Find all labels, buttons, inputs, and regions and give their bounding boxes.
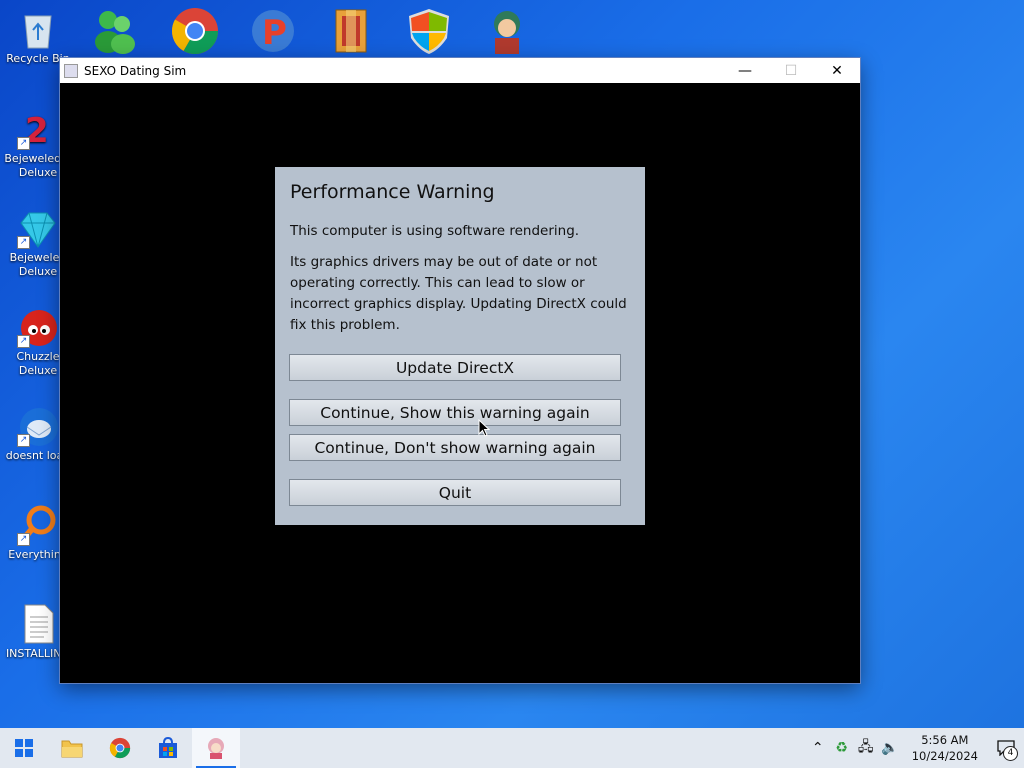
window-titlebar[interactable]: SEXO Dating Sim — ☐ ✕ [60, 58, 860, 83]
bejeweled-icon: ↗ [17, 207, 59, 249]
folder-icon [61, 740, 83, 758]
bejeweled-2-icon: 2 ↗ [17, 108, 59, 151]
winrar-icon[interactable] [328, 6, 378, 56]
text-file-icon [17, 603, 59, 645]
maximize-button[interactable]: ☐ [768, 58, 814, 83]
clock-time: 5:56 AM [921, 733, 969, 747]
dialog-message-1: This computer is using software renderin… [290, 223, 580, 239]
svg-text:P: P [262, 13, 287, 53]
start-button[interactable] [0, 728, 48, 768]
performance-warning-dialog: Performance Warning This computer is usi… [275, 167, 645, 525]
store-icon [159, 737, 177, 758]
recycle-bin-icon [17, 8, 59, 50]
continue-show-warning-button[interactable]: Continue, Show this warning again [289, 399, 621, 426]
system-tray: ⌃ ♻ 🖧 🔈 5:56 AM 10/24/2024 4 [806, 728, 1024, 768]
chuzzle-icon: ↗ [17, 306, 59, 348]
desktop-icon-label: Bejeweled Deluxe [9, 251, 67, 278]
game-character-icon[interactable] [482, 6, 532, 56]
update-directx-button[interactable]: Update DirectX [289, 354, 621, 381]
window-title: SEXO Dating Sim [84, 63, 187, 78]
desktop-icon-label: Everything [8, 548, 68, 561]
app-window: SEXO Dating Sim — ☐ ✕ Performance Warnin… [60, 58, 860, 683]
desktop-icon-label: Chuzzle Deluxe [16, 350, 60, 377]
taskbar-dating-sim[interactable] [192, 728, 240, 768]
taskbar-microsoft-store[interactable] [144, 728, 192, 768]
chrome-icon [109, 737, 131, 759]
notification-count-badge: 4 [1003, 746, 1018, 761]
volume-icon[interactable]: 🔈 [878, 740, 902, 756]
notification-center-button[interactable]: 4 [988, 728, 1024, 768]
dialog-title: Performance Warning [290, 181, 495, 203]
messenger-icon[interactable] [90, 6, 140, 56]
taskbar-clock[interactable]: 5:56 AM 10/24/2024 [902, 732, 988, 764]
minimize-button[interactable]: — [722, 58, 768, 83]
dating-sim-app-icon [208, 738, 224, 759]
dialog-message-2: Its graphics drivers may be out of date … [290, 254, 627, 333]
continue-dont-show-warning-button[interactable]: Continue, Don't show warning again [289, 434, 621, 461]
thunderbird-icon: ↗ [17, 405, 59, 447]
chevron-up-icon[interactable]: ⌃ [806, 740, 830, 756]
desktop: P Recycle Bin 2 ↗ Bejeweled 2 Deluxe ↗ B… [0, 0, 1024, 728]
windows-defender-icon[interactable] [404, 6, 454, 56]
taskbar-chrome[interactable] [96, 728, 144, 768]
network-icon[interactable]: 🖧 [854, 736, 878, 760]
quit-button[interactable]: Quit [289, 479, 621, 506]
windows-logo-icon [15, 739, 33, 757]
taskbar-file-explorer[interactable] [48, 728, 96, 768]
close-button[interactable]: ✕ [814, 58, 860, 83]
app-icon [64, 63, 78, 78]
chrome-icon[interactable] [170, 6, 220, 56]
everything-search-icon: ↗ [17, 504, 59, 546]
taskbar: ⌃ ♻ 🖧 🔈 5:56 AM 10/24/2024 4 [0, 728, 1024, 768]
recycle-tray-icon[interactable]: ♻ [830, 740, 854, 756]
clock-date: 10/24/2024 [911, 749, 978, 763]
ppsspp-icon[interactable]: P [248, 6, 298, 56]
